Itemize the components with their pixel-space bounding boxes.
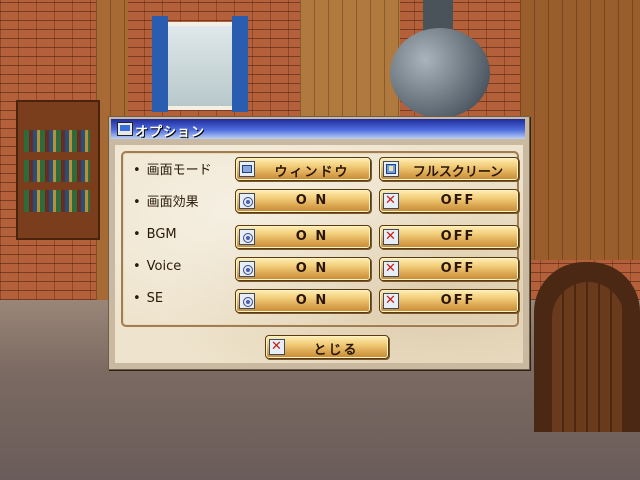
bgm-on-button[interactable]: O N bbox=[235, 225, 371, 249]
book-row bbox=[24, 160, 90, 182]
button-label: ウィンドウ bbox=[274, 165, 350, 180]
screen-effect-off-button[interactable]: ✕ OFF bbox=[379, 189, 519, 213]
bullet: • bbox=[133, 291, 141, 306]
option-row-bgm: • BGM O N ✕ OFF bbox=[123, 223, 519, 249]
option-label: • 画面効果 bbox=[133, 191, 199, 210]
wooden-door bbox=[552, 282, 624, 432]
se-off-button[interactable]: ✕ OFF bbox=[379, 289, 519, 313]
button-label: フルスクリーン bbox=[412, 165, 504, 180]
button-label: OFF bbox=[440, 229, 476, 244]
dialog-title: オプション bbox=[135, 125, 206, 140]
book-row bbox=[24, 190, 90, 212]
option-label: • 画面モード bbox=[133, 159, 212, 178]
window-mode-button[interactable]: ウィンドウ bbox=[235, 157, 371, 181]
dialog-titlebar[interactable]: オプション bbox=[111, 119, 525, 140]
bullet: • bbox=[133, 195, 141, 210]
x-icon: ✕ bbox=[383, 193, 399, 209]
option-row-voice: • Voice O N ✕ OFF bbox=[123, 255, 519, 281]
side-wall bbox=[520, 0, 640, 260]
on-icon bbox=[239, 229, 255, 245]
button-label: O N bbox=[295, 261, 329, 276]
option-label-text: SE bbox=[146, 291, 164, 306]
voice-off-button[interactable]: ✕ OFF bbox=[379, 257, 519, 281]
close-button-label: とじる bbox=[313, 343, 359, 358]
button-label: OFF bbox=[440, 193, 476, 208]
button-label: O N bbox=[295, 193, 329, 208]
option-label-text: 画面効果 bbox=[146, 195, 199, 210]
option-label: • SE bbox=[133, 291, 163, 306]
on-icon bbox=[239, 261, 255, 277]
window-icon bbox=[239, 161, 255, 177]
bookshelf bbox=[16, 100, 100, 240]
fullscreen-mode-button[interactable]: フルスクリーン bbox=[379, 157, 519, 181]
curtain-right bbox=[232, 16, 248, 112]
bullet: • bbox=[133, 227, 141, 242]
book-row bbox=[24, 130, 90, 152]
screen-effect-on-button[interactable]: O N bbox=[235, 189, 371, 213]
option-row-se: • SE O N ✕ OFF bbox=[123, 287, 519, 313]
monitor-icon bbox=[117, 122, 133, 136]
button-label: OFF bbox=[440, 293, 476, 308]
fullscreen-icon bbox=[383, 161, 399, 177]
curtain-left bbox=[152, 16, 168, 112]
button-label: OFF bbox=[440, 261, 476, 276]
close-button[interactable]: ✕ とじる bbox=[265, 335, 389, 359]
option-label-text: BGM bbox=[146, 227, 177, 242]
bgm-off-button[interactable]: ✕ OFF bbox=[379, 225, 519, 249]
x-icon: ✕ bbox=[269, 339, 285, 355]
x-icon: ✕ bbox=[383, 229, 399, 245]
bullet: • bbox=[133, 163, 141, 178]
dialog-content: • 画面モード ウィンドウ フルスクリーン • 画面効果 O N ✕ OFF •… bbox=[115, 145, 523, 363]
bullet: • bbox=[133, 259, 141, 274]
option-label-text: Voice bbox=[146, 259, 182, 274]
option-label: • BGM bbox=[133, 227, 177, 242]
options-dialog: オプション • 画面モード ウィンドウ フルスクリーン • 画面効果 O N ✕… bbox=[108, 116, 530, 370]
button-label: O N bbox=[295, 229, 329, 244]
x-icon: ✕ bbox=[383, 293, 399, 309]
button-label: O N bbox=[295, 293, 329, 308]
x-icon: ✕ bbox=[383, 261, 399, 277]
option-row-screen-effect: • 画面効果 O N ✕ OFF bbox=[123, 187, 519, 213]
option-row-screen-mode: • 画面モード ウィンドウ フルスクリーン bbox=[123, 155, 519, 181]
on-icon bbox=[239, 193, 255, 209]
option-label-text: 画面モード bbox=[146, 163, 212, 178]
stove bbox=[390, 28, 490, 118]
voice-on-button[interactable]: O N bbox=[235, 257, 371, 281]
option-label: • Voice bbox=[133, 259, 181, 274]
options-panel: • 画面モード ウィンドウ フルスクリーン • 画面効果 O N ✕ OFF •… bbox=[121, 151, 519, 327]
on-icon bbox=[239, 293, 255, 309]
se-on-button[interactable]: O N bbox=[235, 289, 371, 313]
